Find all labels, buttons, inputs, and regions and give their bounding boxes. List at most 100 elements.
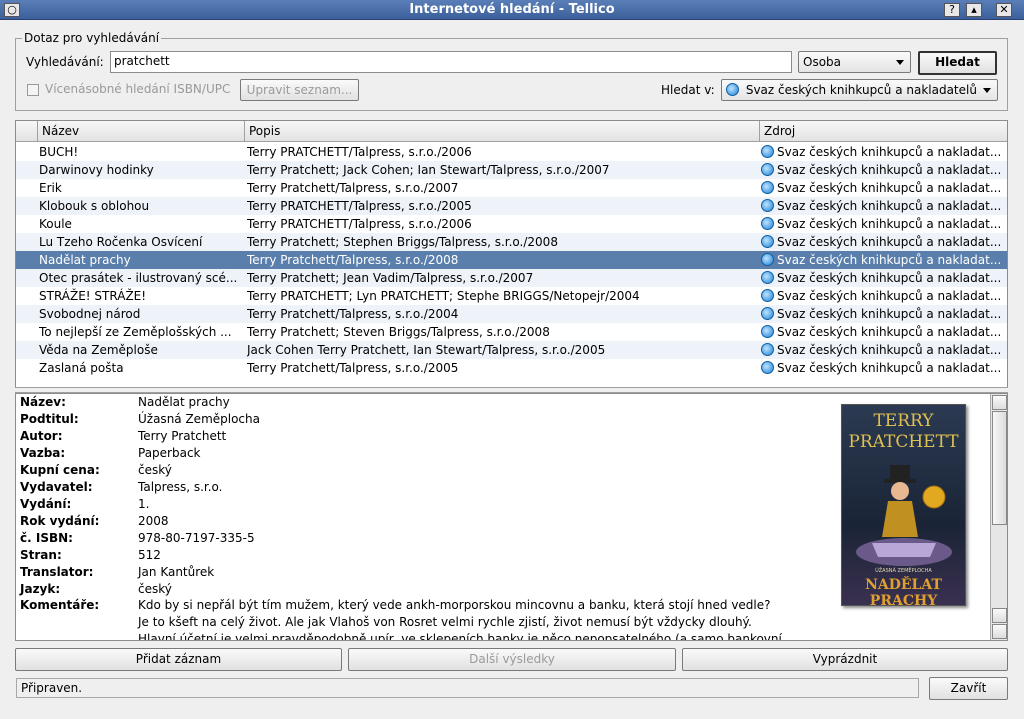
row-title: To nejlepší ze Zeměplošských ... (39, 325, 232, 339)
row-source: Svaz českých knihkupců a nakladat... (761, 359, 1005, 377)
table-row[interactable]: Svobodnej národ Terry Pratchett/Talpress,… (16, 305, 1007, 323)
row-title: Zaslaná pošta (39, 361, 124, 375)
source-icon (761, 271, 774, 284)
details-scrollbar[interactable] (990, 394, 1007, 640)
comments-line: Hlavní účetní je velmi pravděpodobně upí… (138, 632, 782, 641)
detail-value: Úžasná Zeměplocha (138, 412, 260, 426)
detail-field: Jazyk: český (20, 581, 820, 598)
detail-field: Kupní cena: český (20, 462, 820, 479)
close-button[interactable]: Zavřít (929, 677, 1008, 700)
detail-value: 2008 (138, 514, 169, 528)
title-bar: ○ Internetové hledání - Tellico ? ▴ ✕ (0, 0, 1024, 20)
cover-image: TERRY PRATCHETT ÚŽASNÁ ZEMĚPLOCHA NADĚLA… (841, 404, 966, 609)
scroll-down-icon[interactable] (992, 624, 1007, 639)
detail-label: Vydavatel: (20, 480, 93, 494)
cover-illustration (856, 465, 952, 566)
row-source-text: Svaz českých knihkupců a nakladat... (777, 307, 1002, 321)
comments-line: Je to kšeft na celý život. Ale jak Vlaho… (138, 615, 752, 629)
source-icon (726, 83, 739, 96)
scroll-up-icon[interactable] (992, 608, 1007, 623)
cover-author-last: PRATCHETT (848, 432, 959, 452)
column-header-description[interactable]: Popis (245, 121, 760, 142)
cover-subtitle: ÚŽASNÁ ZEMĚPLOCHA (875, 568, 932, 574)
table-row[interactable]: Otec prasátek - ilustrovaný scé... Terry … (16, 269, 1007, 287)
detail-value: 1. (138, 497, 150, 511)
search-input[interactable]: pratchett (110, 51, 792, 73)
detail-value: Terry Pratchett (138, 429, 227, 443)
search-button[interactable]: Hledat (918, 51, 997, 75)
clear-button[interactable]: Vyprázdnit (682, 648, 1008, 671)
row-title: Lu Tzeho Ročenka Osvícení (39, 235, 203, 249)
chevron-down-icon (896, 60, 904, 65)
row-source: Svaz českých knihkupců a nakladat... (761, 233, 1005, 251)
row-source: Svaz českých knihkupců a nakladat... (761, 179, 1005, 197)
more-results-button[interactable]: Další výsledky (348, 648, 676, 671)
row-source-text: Svaz českých knihkupců a nakladat... (777, 253, 1002, 267)
detail-field: Stran: 512 (20, 547, 820, 564)
row-description: Jack Cohen Terry Pratchett, Ian Stewart/… (247, 343, 606, 357)
row-title: Darwinovy hodinky (39, 163, 154, 177)
column-header-source[interactable]: Zdroj (760, 121, 1007, 142)
minimize-icon[interactable]: ▴ (966, 3, 982, 17)
table-row[interactable]: Nadělat prachy Terry Pratchett/Talpress, … (16, 251, 1007, 269)
status-bar: Připraven. (16, 678, 919, 698)
column-header-title[interactable]: Název (38, 121, 245, 142)
detail-label: Vazba: (20, 446, 66, 460)
query-group-title: Dotaz pro vyhledávání (22, 31, 162, 45)
row-source: Svaz českých knihkupců a nakladat... (761, 323, 1005, 341)
detail-label: Podtitul: (20, 412, 79, 426)
detail-value: český (138, 582, 172, 596)
row-source: Svaz českých knihkupců a nakladat... (761, 143, 1005, 161)
table-row[interactable]: Lu Tzeho Ročenka Osvícení Terry Pratchett… (16, 233, 1007, 251)
source-select[interactable]: Svaz českých knihkupců a nakladatelů (721, 79, 998, 101)
detail-label: Jazyk: (20, 582, 61, 596)
row-title: BUCH! (39, 145, 79, 159)
scroll-thumb[interactable] (992, 411, 1007, 525)
help-icon[interactable]: ? (944, 3, 960, 17)
multi-isbn-checkbox[interactable] (27, 84, 39, 96)
search-key-select[interactable]: Osoba (798, 51, 911, 73)
scroll-up-icon[interactable] (992, 395, 1007, 410)
row-title: Erik (39, 181, 62, 195)
row-source-text: Svaz českých knihkupců a nakladat... (777, 361, 1002, 375)
column-header-check[interactable] (16, 121, 38, 142)
source-icon (761, 163, 774, 176)
table-row[interactable]: To nejlepší ze Zeměplošských ... Terry Pr… (16, 323, 1007, 341)
search-key-value: Osoba (803, 55, 842, 69)
edit-list-button[interactable]: Upravit seznam... (240, 79, 359, 101)
detail-value: Talpress, s.r.o. (138, 480, 223, 494)
source-icon (761, 325, 774, 338)
comments-label: Komentáře: (20, 598, 100, 612)
top-hat-icon (890, 465, 910, 481)
detail-field: Název: Nadělat prachy (20, 394, 820, 411)
detail-field: Vydavatel: Talpress, s.r.o. (20, 479, 820, 496)
close-icon[interactable]: ✕ (996, 3, 1012, 17)
row-title: Klobouk s oblohou (39, 199, 150, 213)
detail-field: Autor: Terry Pratchett (20, 428, 820, 445)
add-entry-button[interactable]: Přidat záznam (15, 648, 342, 671)
table-row[interactable]: Zaslaná pošta Terry Pratchett/Talpress, s… (16, 359, 1007, 377)
table-row[interactable]: Erik Terry Pratchett/Talpress, s.r.o./200… (16, 179, 1007, 197)
detail-field: Vydání: 1. (20, 496, 820, 513)
row-source-text: Svaz českých knihkupců a nakladat... (777, 163, 1002, 177)
table-row[interactable]: Koule Terry PRATCHETT/Talpress, s.r.o./20… (16, 215, 1007, 233)
row-description: Terry Pratchett; Steven Briggs/Talpress,… (247, 325, 550, 339)
detail-label: Název: (20, 395, 66, 409)
detail-label: Translator: (20, 565, 94, 579)
table-row[interactable]: Klobouk s oblohou Terry PRATCHETT/Talpres… (16, 197, 1007, 215)
row-description: Terry PRATCHETT/Talpress, s.r.o./2005 (247, 199, 472, 213)
row-title: Nadělat prachy (39, 253, 131, 267)
row-source: Svaz českých knihkupců a nakladat... (761, 215, 1005, 233)
row-source-text: Svaz českých knihkupců a nakladat... (777, 343, 1002, 357)
row-description: Terry Pratchett/Talpress, s.r.o./2005 (247, 361, 459, 375)
source-icon (761, 217, 774, 230)
search-in-label: Hledat v: (661, 83, 715, 97)
source-icon (761, 289, 774, 302)
table-row[interactable]: Věda na Zeměploše Jack Cohen Terry Pratch… (16, 341, 1007, 359)
source-icon (761, 181, 774, 194)
results-list[interactable]: Název Popis Zdroj BUCH! Terry PRATCHETT/T… (15, 120, 1008, 388)
cover-title: NADĚLAT PRACHY (865, 577, 942, 609)
table-row[interactable]: Darwinovy hodinky Terry Pratchett; Jack C… (16, 161, 1007, 179)
table-row[interactable]: BUCH! Terry PRATCHETT/Talpress, s.r.o./20… (16, 143, 1007, 161)
table-row[interactable]: STRÁŽE! STRÁŽE! Terry PRATCHETT; Lyn PRAT… (16, 287, 1007, 305)
